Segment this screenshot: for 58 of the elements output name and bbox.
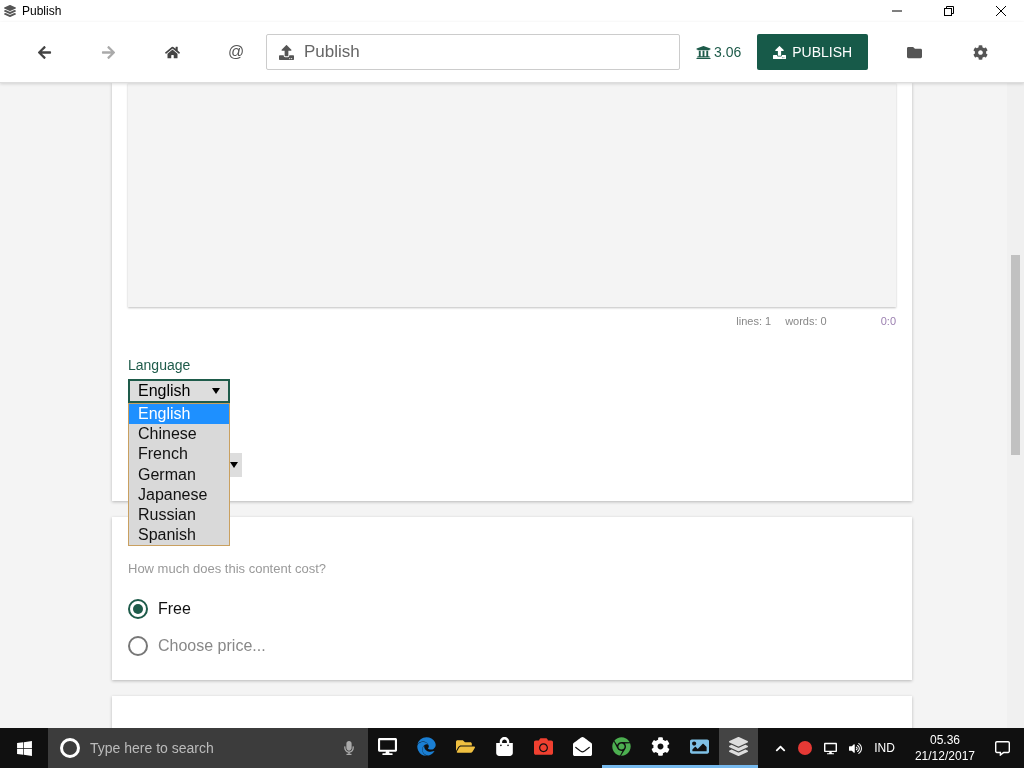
layers-icon [729,737,748,756]
network-icon[interactable] [824,741,838,755]
clock[interactable]: 05.36 21/12/2017 [914,732,975,764]
window-title: Publish [22,4,63,18]
settings-icon [972,44,988,60]
radio-label: Free [158,599,191,618]
folder-icon [456,737,475,756]
scrollbar-thumb[interactable] [1011,255,1020,455]
folder-icon [906,44,922,60]
caret-icon [212,388,220,394]
language-option[interactable]: Japanese [129,484,229,505]
bag-icon [495,737,514,756]
antivirus-icon[interactable] [798,741,813,755]
close-icon [996,6,1006,16]
caret-icon [230,462,238,468]
language-option[interactable]: Chinese [129,424,229,445]
arrow-right-icon [100,44,116,60]
line-count: lines: 1 [736,315,772,327]
microphone-icon [342,741,356,755]
language-select[interactable]: English [128,379,230,403]
upload-icon [279,44,294,60]
app-icon [4,5,16,17]
language-label: Language [128,357,192,373]
arrow-left-icon [36,44,52,60]
word-count: words: 0 [785,315,827,327]
balance: 3.06 [714,44,742,60]
restore-icon [944,6,954,16]
volume-icon[interactable] [849,741,863,755]
camera-icon [534,737,553,756]
upload-icon [773,45,787,59]
cursor-position: 0:0 [880,315,896,327]
language-option[interactable]: Russian [129,504,229,526]
image-icon [690,737,709,756]
cortana-icon [60,738,80,758]
edge-icon [417,737,436,756]
input-language[interactable]: IND [874,741,895,755]
gear-icon [651,737,670,756]
notification-icon[interactable] [995,740,1010,756]
scrollbar[interactable] [1007,83,1024,728]
publish-button[interactable]: PUBLISH [757,34,869,70]
dropdown-select[interactable] [230,453,242,477]
bank-icon [696,44,711,60]
mention-button[interactable]: @ [216,34,256,70]
radio-button[interactable] [128,635,148,656]
language-option[interactable]: German [129,464,229,485]
windows-icon [15,739,33,757]
home-icon [164,44,180,60]
language-option[interactable]: Spanish [129,525,229,546]
monitor-icon [378,737,397,756]
address-field[interactable]: Publish [266,34,680,70]
radio-label: Choose price... [158,636,266,655]
radio-button[interactable] [128,598,148,619]
publish-taskbar-icon[interactable] [719,728,758,768]
chrome-icon [612,737,631,756]
language-option[interactable]: French [129,444,229,465]
envelope-icon [573,737,592,756]
price-subtitle: How much does this content cost? [128,561,327,576]
taskbar-search-field[interactable]: Type here to search [48,728,368,768]
